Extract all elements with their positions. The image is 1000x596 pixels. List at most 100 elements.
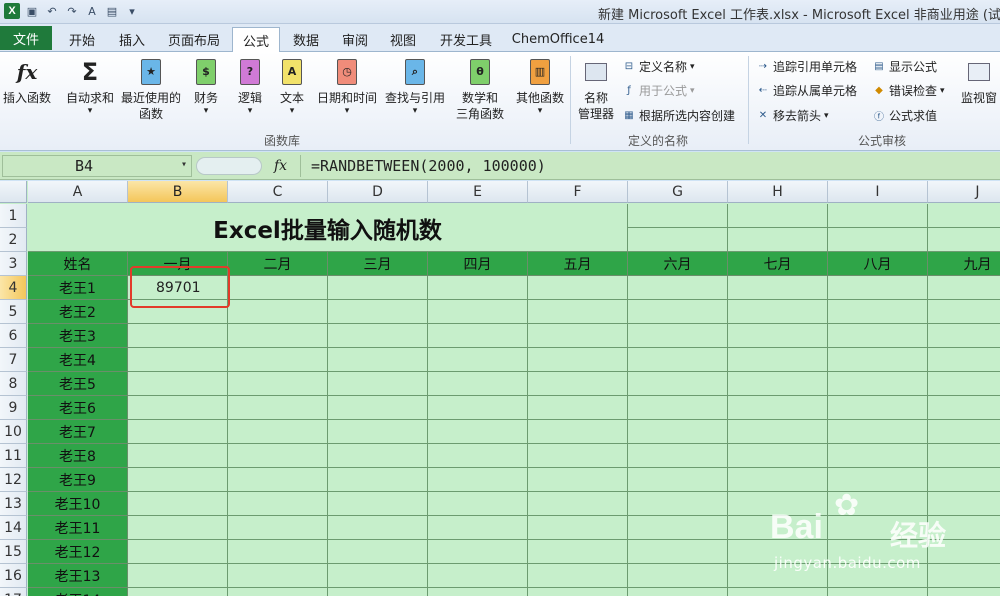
name-manager-button[interactable]: 名称 管理器 (574, 56, 618, 122)
row-header-16[interactable]: 16 (0, 564, 27, 588)
column-header-f[interactable]: F (528, 181, 628, 203)
column-header-d[interactable]: D (328, 181, 428, 203)
grid-cell[interactable] (728, 564, 828, 588)
show-formulas-button[interactable]: ▤ 显示公式 (872, 58, 937, 75)
grid-cell[interactable] (528, 492, 628, 516)
name-cell[interactable]: 老王13 (28, 564, 128, 588)
grid-cell[interactable] (128, 468, 228, 492)
grid-cell[interactable] (928, 276, 1000, 300)
grid-cell[interactable] (928, 588, 1000, 596)
grid-cell[interactable] (328, 444, 428, 468)
grid-cell[interactable] (128, 324, 228, 348)
grid-cell[interactable] (928, 300, 1000, 324)
header-cell[interactable]: 八月 (828, 252, 928, 276)
grid-cell[interactable] (628, 372, 728, 396)
grid-cell[interactable] (328, 276, 428, 300)
grid-cell[interactable] (228, 348, 328, 372)
grid-cell[interactable] (428, 444, 528, 468)
grid-cell[interactable] (728, 396, 828, 420)
grid-cell[interactable] (528, 516, 628, 540)
grid-cell[interactable] (328, 420, 428, 444)
grid-cell[interactable] (528, 468, 628, 492)
insert-function-button[interactable]: fx 插入函数 (0, 56, 54, 106)
grid-cell[interactable] (728, 324, 828, 348)
grid-cell[interactable] (528, 564, 628, 588)
tab-home[interactable]: 开始 (60, 27, 104, 51)
save-icon[interactable]: ▣ (24, 3, 40, 19)
font-size-icon[interactable]: A (84, 3, 100, 19)
grid-cell[interactable] (628, 444, 728, 468)
grid-cell[interactable] (828, 588, 928, 596)
grid-cell[interactable] (628, 276, 728, 300)
name-cell[interactable]: 老王6 (28, 396, 128, 420)
name-cell[interactable]: 老王10 (28, 492, 128, 516)
grid-cell[interactable] (228, 516, 328, 540)
autosum-button[interactable]: Σ 自动求和 ▾ (62, 56, 118, 116)
header-cell[interactable]: 五月 (528, 252, 628, 276)
grid-cell[interactable] (428, 540, 528, 564)
header-cell[interactable]: 七月 (728, 252, 828, 276)
use-in-formula-button[interactable]: ƒ 用于公式 ▾ (622, 82, 694, 99)
grid-cell[interactable] (828, 492, 928, 516)
math-trig-button[interactable]: θ 数学和 三角函数 (450, 56, 510, 122)
grid-cell[interactable] (728, 348, 828, 372)
chevron-down-icon[interactable]: ▾ (181, 159, 187, 170)
grid-cell[interactable] (928, 204, 1000, 228)
grid-cell[interactable] (728, 540, 828, 564)
row-header-10[interactable]: 10 (0, 420, 27, 444)
column-header-j[interactable]: J (928, 181, 1000, 203)
formula-cancel-enter-pill[interactable] (196, 157, 262, 175)
grid-cell[interactable] (228, 588, 328, 596)
grid-cell[interactable] (228, 564, 328, 588)
header-cell[interactable]: 二月 (228, 252, 328, 276)
tab-data[interactable]: 数据 (284, 27, 328, 51)
grid-cell[interactable] (328, 468, 428, 492)
formula-input[interactable]: =RANDBETWEEN(2000, 100000) (300, 155, 998, 177)
error-checking-button[interactable]: ◆ 错误检查 ▾ (872, 82, 944, 99)
name-cell[interactable]: 老王9 (28, 468, 128, 492)
more-functions-button[interactable]: ▥ 其他函数 ▾ (512, 56, 568, 116)
recently-used-button[interactable]: ★ 最近使用的 函数 (118, 56, 184, 122)
grid-cell[interactable] (528, 276, 628, 300)
spreadsheet-grid[interactable]: ABCDEFGHIJ1234567891011121314151617Excel… (0, 181, 1000, 596)
grid-cell[interactable] (828, 276, 928, 300)
grid-cell[interactable] (728, 588, 828, 596)
header-cell[interactable]: 九月 (928, 252, 1000, 276)
row-header-9[interactable]: 9 (0, 396, 27, 420)
grid-cell[interactable] (228, 468, 328, 492)
grid-cell[interactable] (528, 420, 628, 444)
grid-cell[interactable] (828, 396, 928, 420)
grid-cell[interactable] (228, 324, 328, 348)
financial-button[interactable]: $ 财务 ▾ (188, 56, 224, 116)
grid-cell[interactable] (728, 276, 828, 300)
grid-cell[interactable] (928, 228, 1000, 252)
header-cell[interactable]: 六月 (628, 252, 728, 276)
grid-cell[interactable] (928, 396, 1000, 420)
customize-icon[interactable]: ▾ (124, 3, 140, 19)
grid-cell[interactable] (628, 492, 728, 516)
grid-cell[interactable] (928, 324, 1000, 348)
grid-cell[interactable] (128, 588, 228, 596)
remove-arrows-button[interactable]: ✕ 移去箭头 ▾ (756, 107, 829, 124)
row-header-8[interactable]: 8 (0, 372, 27, 396)
grid-cell[interactable] (628, 588, 728, 596)
grid-cell[interactable] (828, 372, 928, 396)
grid-cell[interactable] (928, 372, 1000, 396)
grid-cell[interactable] (428, 300, 528, 324)
row-header-14[interactable]: 14 (0, 516, 27, 540)
column-header-a[interactable]: A (28, 181, 128, 203)
grid-cell[interactable] (728, 468, 828, 492)
grid-cell[interactable] (128, 372, 228, 396)
create-from-selection-button[interactable]: ▦ 根据所选内容创建 (622, 107, 735, 124)
grid-cell[interactable] (128, 516, 228, 540)
name-cell[interactable]: 老王7 (28, 420, 128, 444)
grid-cell[interactable] (828, 540, 928, 564)
row-header-1[interactable]: 1 (0, 204, 27, 228)
grid-cell[interactable] (228, 540, 328, 564)
row-header-12[interactable]: 12 (0, 468, 27, 492)
row-header-6[interactable]: 6 (0, 324, 27, 348)
grid-cell[interactable] (928, 540, 1000, 564)
grid-cell[interactable] (628, 420, 728, 444)
header-cell[interactable]: 四月 (428, 252, 528, 276)
grid-cell[interactable] (328, 588, 428, 596)
